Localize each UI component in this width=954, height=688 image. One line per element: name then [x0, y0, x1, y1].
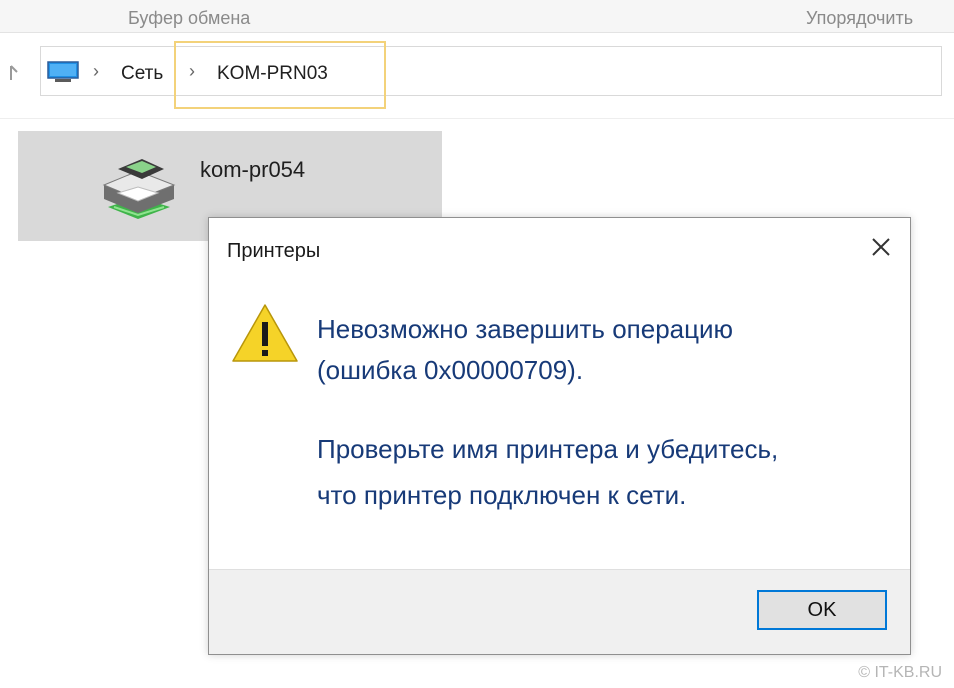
dialog-footer: OK — [209, 569, 910, 654]
close-icon — [871, 237, 891, 262]
computer-icon — [47, 61, 79, 83]
close-button[interactable] — [862, 230, 900, 268]
error-message-line-2: (ошибка 0x00000709). — [317, 355, 584, 385]
printer-name: kom-pr054 — [200, 157, 306, 182]
organize-group-label: Упорядочить — [806, 8, 914, 28]
hint-message-line-2: что принтер подключен к сети. — [317, 480, 687, 510]
ok-button[interactable]: OK — [757, 590, 887, 630]
error-message-line-1: Невозможно завершить операцию — [317, 314, 734, 344]
hint-message-line-1: Проверьте имя принтера и убедитесь, — [317, 434, 779, 464]
breadcrumb-network[interactable]: Сеть — [121, 63, 163, 85]
breadcrumb-separator: › — [93, 61, 99, 81]
printer-icon — [98, 149, 180, 221]
error-dialog: Принтеры Невозможно завершить операцию (… — [208, 217, 911, 655]
clipboard-group-label: Буфер обмена — [128, 8, 251, 28]
address-divider — [0, 118, 954, 119]
up-arrow-icon[interactable] — [8, 62, 24, 82]
warning-icon — [231, 302, 299, 364]
breadcrumb-highlight — [174, 41, 386, 109]
ribbon: Буфер обмена Упорядочить — [0, 0, 954, 32]
watermark: © IT-KB.RU — [858, 664, 942, 681]
ribbon-divider — [0, 32, 954, 33]
dialog-title: Принтеры — [227, 240, 321, 262]
